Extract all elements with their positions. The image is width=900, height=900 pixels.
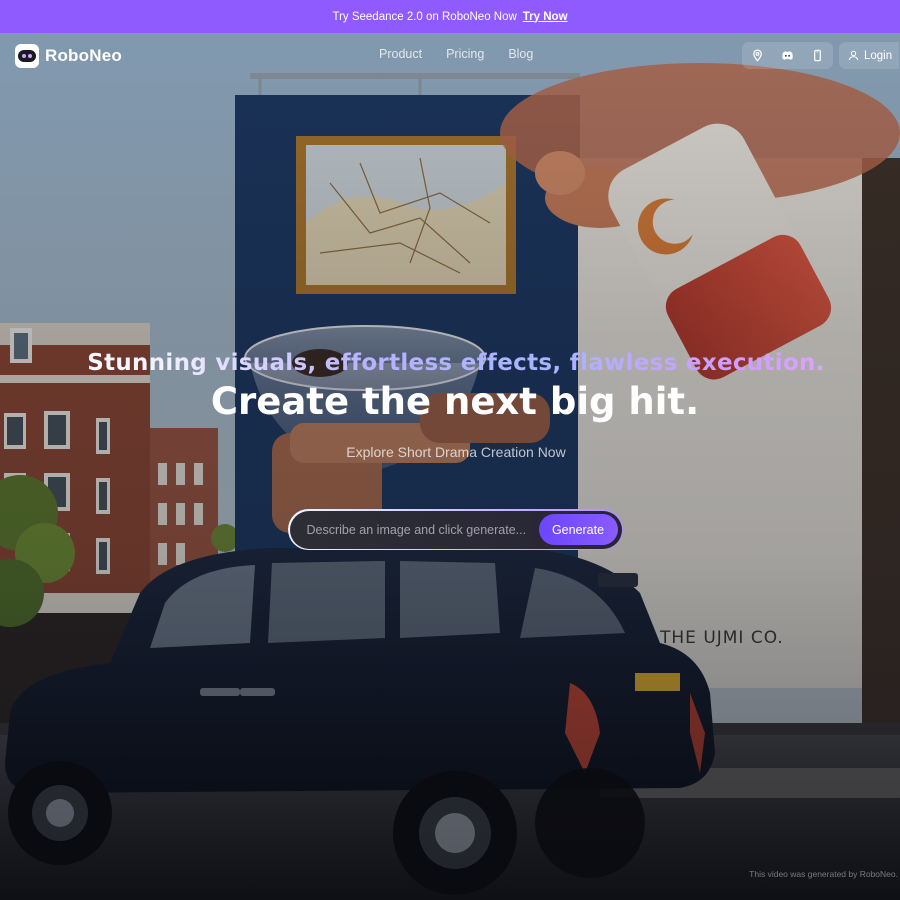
page: THE UJMI CO. Try Seedance 2.0 on RoboNeo… xyxy=(0,0,900,900)
prompt-input[interactable] xyxy=(304,514,539,545)
billboard-sign-text: THE UJMI CO. xyxy=(659,628,784,648)
phone-icon[interactable] xyxy=(806,45,830,67)
try-now-link[interactable]: Try Now xyxy=(523,11,568,23)
top-navigation: RoboNeo Product Pricing Blog Login xyxy=(0,33,900,78)
announcement-bar: Try Seedance 2.0 on RoboNeo Now Try Now xyxy=(0,0,900,33)
nav-links: Product Pricing Blog xyxy=(379,47,533,61)
roboneo-logo[interactable]: RoboNeo xyxy=(15,44,122,68)
location-pin-icon[interactable] xyxy=(745,45,769,67)
roboneo-logo-icon xyxy=(15,44,39,68)
login-label: Login xyxy=(864,49,893,62)
hero-background-video: THE UJMI CO. xyxy=(0,33,900,900)
user-icon xyxy=(848,50,859,61)
hero-headline: Create the next big hit. xyxy=(210,380,700,423)
nav-icon-group xyxy=(742,42,833,69)
prompt-box-inner: Generate xyxy=(289,510,622,549)
brand-name: RoboNeo xyxy=(45,46,122,65)
hero-tagline: Stunning visuals, effortless effects, fl… xyxy=(0,350,900,376)
nav-link-blog[interactable]: Blog xyxy=(508,47,533,61)
prompt-box: Generate xyxy=(288,509,623,550)
explore-short-drama-link[interactable]: Explore Short Drama Creation Now xyxy=(0,444,900,460)
generate-button[interactable]: Generate xyxy=(538,514,618,545)
nav-link-pricing[interactable]: Pricing xyxy=(446,47,484,61)
login-button[interactable]: Login xyxy=(839,42,899,69)
video-credit: This video was generated by RoboNeo. xyxy=(749,869,898,879)
nav-link-product[interactable]: Product xyxy=(379,47,422,61)
announcement-text: Try Seedance 2.0 on RoboNeo Now xyxy=(332,10,517,23)
discord-icon[interactable] xyxy=(775,45,799,67)
